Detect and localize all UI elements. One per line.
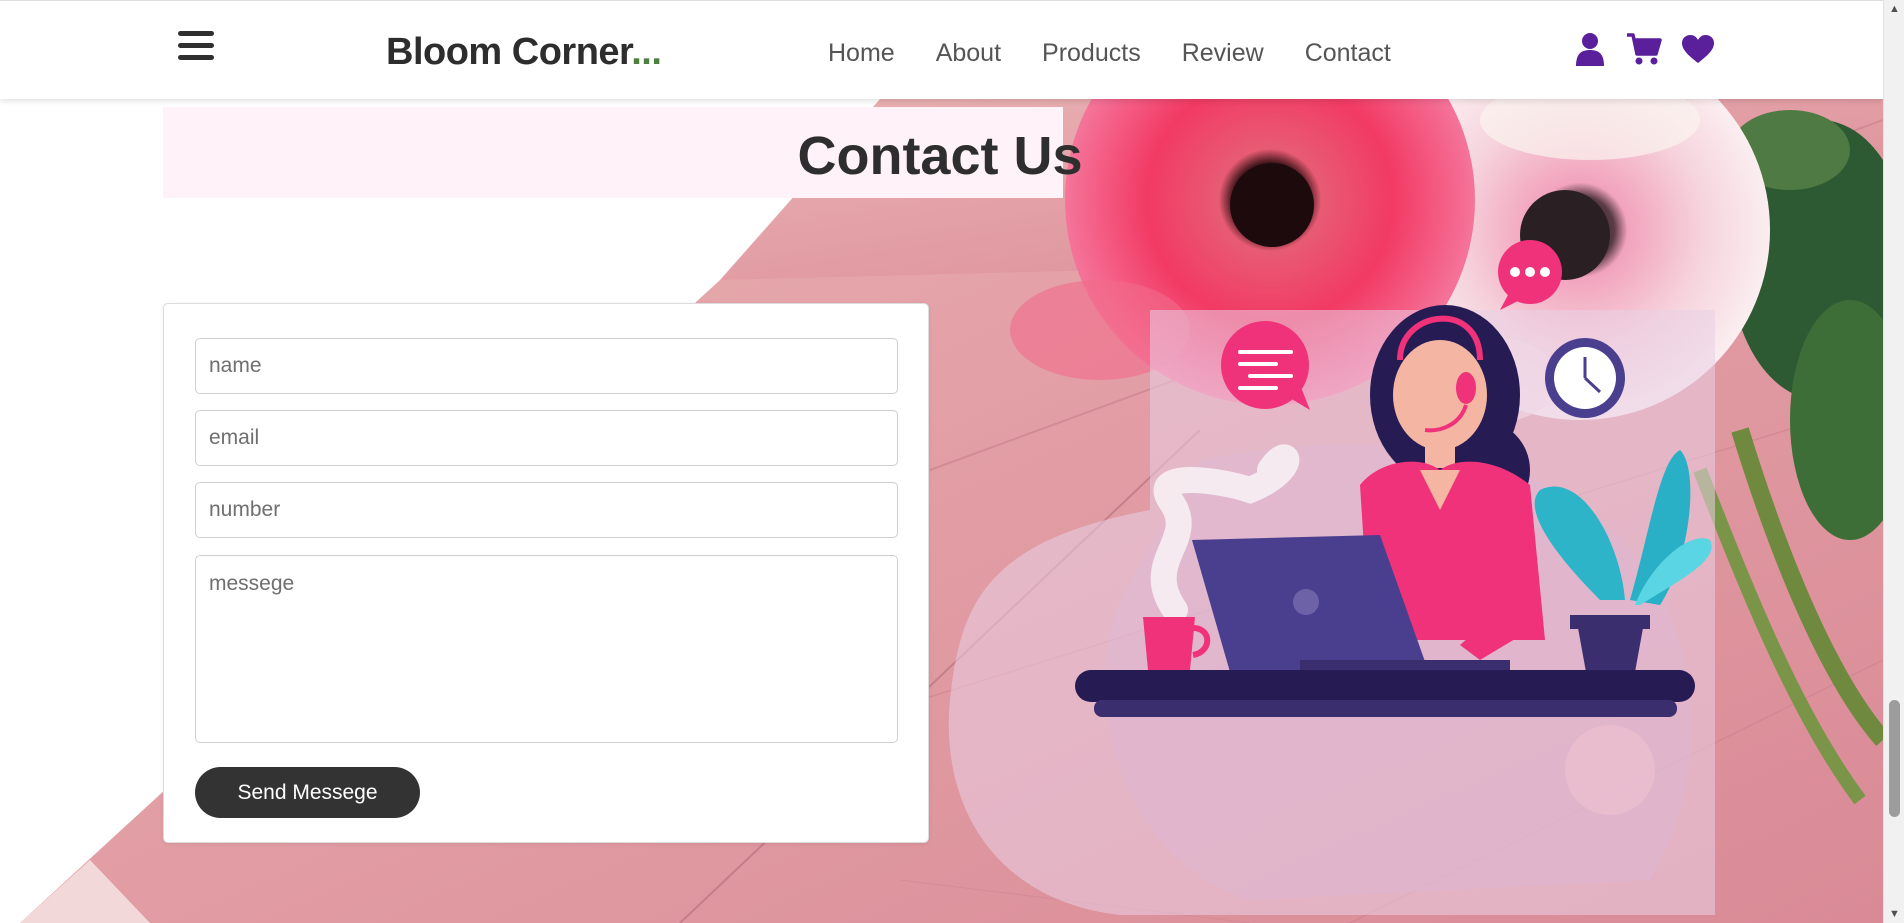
page-title-text: Contact Us: [797, 126, 1083, 186]
email-input[interactable]: [195, 410, 898, 466]
main-nav: Home About Products Review Contact: [828, 39, 1432, 68]
menu-bar-bottom: [178, 55, 214, 60]
name-input[interactable]: [195, 338, 898, 394]
nav-review[interactable]: Review: [1182, 39, 1264, 68]
send-message-button[interactable]: Send Messege: [195, 767, 420, 818]
menu-bar-top: [178, 31, 214, 36]
user-icon[interactable]: [1572, 31, 1608, 67]
shopping-cart-icon[interactable]: [1626, 31, 1662, 67]
hamburger-menu-icon[interactable]: [178, 31, 218, 65]
logo-text: Bloom Corner: [386, 31, 632, 73]
menu-bar-middle: [178, 43, 214, 48]
vertical-scrollbar[interactable]: ▲ ▼: [1883, 0, 1904, 923]
scroll-down-arrow-icon[interactable]: ▼: [1884, 905, 1904, 923]
site-logo[interactable]: Bloom Corner...: [386, 31, 662, 74]
header-icons: [1572, 31, 1716, 67]
scroll-up-arrow-icon[interactable]: ▲: [1884, 0, 1904, 18]
logo-dots: ...: [631, 31, 662, 73]
clock-icon: [1545, 338, 1625, 418]
nav-about[interactable]: About: [936, 39, 1001, 68]
contact-heading-band: Contact Us: [163, 107, 1719, 198]
page-title: Contact Us: [163, 125, 1719, 187]
site-header: Bloom Corner... Home About Products Revi…: [0, 0, 1883, 99]
heart-icon[interactable]: [1680, 31, 1716, 67]
message-textarea[interactable]: [195, 555, 898, 743]
nav-contact[interactable]: Contact: [1305, 39, 1391, 68]
contact-form: Send Messege: [163, 303, 929, 843]
nav-products[interactable]: Products: [1042, 39, 1141, 68]
number-input[interactable]: [195, 482, 898, 538]
nav-home[interactable]: Home: [828, 39, 895, 68]
page-viewport: Bloom Corner... Home About Products Revi…: [0, 0, 1883, 923]
scrollbar-thumb[interactable]: [1889, 700, 1900, 817]
